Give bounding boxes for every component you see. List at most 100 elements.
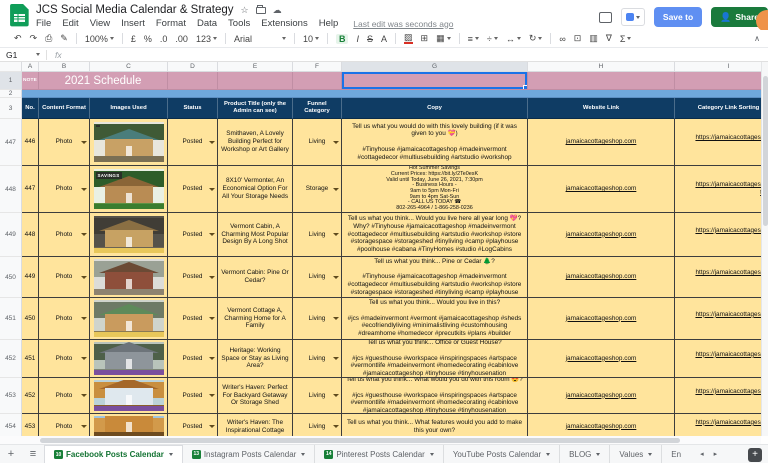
cell-product-title[interactable]: Smithaven, A Lovely Building Perfect for… — [218, 119, 293, 166]
cell-status[interactable]: Posted — [168, 414, 218, 436]
cell-status[interactable]: Posted — [168, 298, 218, 340]
font-size-select[interactable]: 10 — [303, 34, 319, 44]
cell-status[interactable]: Posted — [168, 119, 218, 166]
increase-decimals-button[interactable]: .00 — [175, 34, 188, 44]
tab-values[interactable]: Values — [610, 445, 662, 463]
add-sheet-icon[interactable]: + — [0, 445, 22, 463]
cell[interactable] — [675, 72, 761, 90]
cell-product-title[interactable]: Heritage: Working Space or Stay as Livin… — [218, 340, 293, 378]
cell-funnel-category[interactable]: Living — [293, 414, 342, 436]
row-header-1[interactable]: 1 — [0, 72, 22, 90]
cell-no[interactable]: 452 — [22, 378, 39, 414]
cell-copy[interactable]: Tell us what you think... Would you live… — [342, 298, 528, 340]
header-website-link[interactable]: Website Link — [528, 98, 675, 119]
document-title[interactable]: JCS Social Media Calendar & Strategy — [36, 4, 234, 16]
zoom-select[interactable]: 100% — [85, 34, 114, 44]
row-header-449[interactable]: 449 — [0, 213, 22, 257]
cell-category-link[interactable]: https://jamaicacottageshop.co ving/ — [675, 414, 761, 436]
chevron-down-icon[interactable] — [333, 276, 339, 279]
menu-format[interactable]: Format — [156, 18, 186, 29]
cell-copy[interactable]: Tell us what you think... Pine or Cedar … — [342, 257, 528, 298]
chevron-down-icon[interactable] — [301, 453, 305, 456]
insert-comment-icon[interactable]: ⊡ — [574, 33, 582, 44]
column-header-g[interactable]: G — [342, 62, 528, 72]
cell-no[interactable]: 446 — [22, 119, 39, 166]
schedule-title-cell[interactable]: 2021 Schedule — [39, 72, 168, 90]
cell-no[interactable]: 447 — [22, 166, 39, 213]
horizontal-align-button[interactable]: ≡ — [468, 34, 479, 44]
cell-funnel-category[interactable]: Living — [293, 119, 342, 166]
cell-image[interactable] — [90, 414, 168, 436]
move-folder-icon[interactable] — [256, 7, 266, 14]
cell-status[interactable]: Posted — [168, 257, 218, 298]
cell-product-title[interactable]: Writer's Haven: Perfect For Backyard Get… — [218, 378, 293, 414]
cell-no[interactable]: 450 — [22, 298, 39, 340]
print-icon[interactable]: ⎙ — [45, 33, 52, 44]
menu-help[interactable]: Help — [319, 18, 339, 29]
row-header-3[interactable]: 3 — [0, 98, 22, 119]
column-header-c[interactable]: C — [90, 62, 168, 72]
extension-dropdown-button[interactable] — [621, 8, 645, 26]
cell-website-link[interactable]: jamaicacottageshop.com — [528, 378, 675, 414]
header-images-used[interactable]: Images Used — [90, 98, 168, 119]
row-header-448[interactable]: 448 — [0, 166, 22, 213]
cell-website-link[interactable]: jamaicacottageshop.com — [528, 119, 675, 166]
cell-category-link[interactable]: https://jamaicacottageshop.co ving/ — [675, 298, 761, 340]
chevron-down-icon[interactable] — [209, 188, 215, 191]
chevron-down-icon[interactable] — [546, 453, 550, 456]
cell-image[interactable] — [90, 298, 168, 340]
cell-website-link[interactable]: jamaicacottageshop.com — [528, 257, 675, 298]
percent-format-button[interactable]: % — [144, 34, 152, 44]
cell-status[interactable]: Posted — [168, 213, 218, 257]
chevron-down-icon[interactable] — [333, 317, 339, 320]
cell-no[interactable]: 451 — [22, 340, 39, 378]
menu-file[interactable]: File — [36, 18, 51, 29]
cell-content-format[interactable]: Photo — [39, 340, 90, 378]
cell[interactable] — [168, 72, 218, 90]
cell-category-link[interactable]: https://jamaicacottageshop.co ving/ — [675, 119, 761, 166]
cell-funnel-category[interactable]: Storage — [293, 166, 342, 213]
corner-box[interactable] — [0, 62, 22, 72]
paint-format-icon[interactable]: ✎ — [60, 33, 68, 44]
chevron-down-icon[interactable] — [209, 425, 215, 428]
cell-funnel-category[interactable]: Living — [293, 257, 342, 298]
header-no[interactable]: No. — [22, 98, 39, 119]
currency-format-button[interactable]: £ — [131, 34, 136, 44]
cell-website-link[interactable]: jamaicacottageshop.com — [528, 213, 675, 257]
tab-scroll-right-icon[interactable]: ▸ — [714, 450, 718, 458]
chevron-down-icon[interactable] — [648, 453, 652, 456]
text-rotation-button[interactable]: ↻ — [529, 33, 543, 44]
text-color-button[interactable]: A — [381, 34, 387, 44]
cell-image[interactable] — [90, 213, 168, 257]
tab-scroll-left-icon[interactable]: ◂ — [700, 450, 704, 458]
cell-funnel-category[interactable]: Living — [293, 340, 342, 378]
filter-icon[interactable]: ∇ — [606, 33, 612, 44]
cell-copy[interactable]: Tell us what you think... What would you… — [342, 378, 528, 414]
chevron-down-icon[interactable] — [430, 453, 434, 456]
cell[interactable] — [293, 72, 342, 90]
horizontal-scrollbar[interactable] — [0, 436, 761, 444]
merge-cells-button[interactable]: ▦ — [436, 33, 451, 44]
insert-chart-icon[interactable]: ▥ — [589, 33, 598, 44]
column-header-d[interactable]: D — [168, 62, 218, 72]
cell-product-title[interactable]: Vermont Cottage A, Charming Home for A F… — [218, 298, 293, 340]
column-header-a[interactable]: A — [22, 62, 39, 72]
tab-instagram-posts-calendar[interactable]: 13 Instagram Posts Calendar — [183, 445, 316, 463]
cell-website-link[interactable]: jamaicacottageshop.com — [528, 414, 675, 436]
row-header-447[interactable]: 447 — [0, 119, 22, 166]
cell-status[interactable]: Posted — [168, 340, 218, 378]
header-status[interactable]: Status — [168, 98, 218, 119]
cell-copy[interactable]: Tell us what you would do with this love… — [342, 119, 528, 166]
functions-button[interactable]: Σ — [620, 34, 632, 44]
cell-category-link[interactable]: https://jamaicacottageshop.co ving/ — [675, 257, 761, 298]
cell-funnel-category[interactable]: Living — [293, 213, 342, 257]
row-header-453[interactable]: 453 — [0, 378, 22, 414]
cell-website-link[interactable]: jamaicacottageshop.com — [528, 166, 675, 213]
cell[interactable] — [528, 72, 675, 90]
cell-no[interactable]: 448 — [22, 213, 39, 257]
menu-edit[interactable]: Edit — [62, 18, 78, 29]
tab-facebook-posts-calendar[interactable]: 10 Facebook Posts Calendar — [44, 445, 183, 463]
cell-image[interactable] — [90, 257, 168, 298]
row-header-454[interactable]: 454 — [0, 414, 22, 436]
undo-icon[interactable]: ↶ — [14, 33, 22, 44]
